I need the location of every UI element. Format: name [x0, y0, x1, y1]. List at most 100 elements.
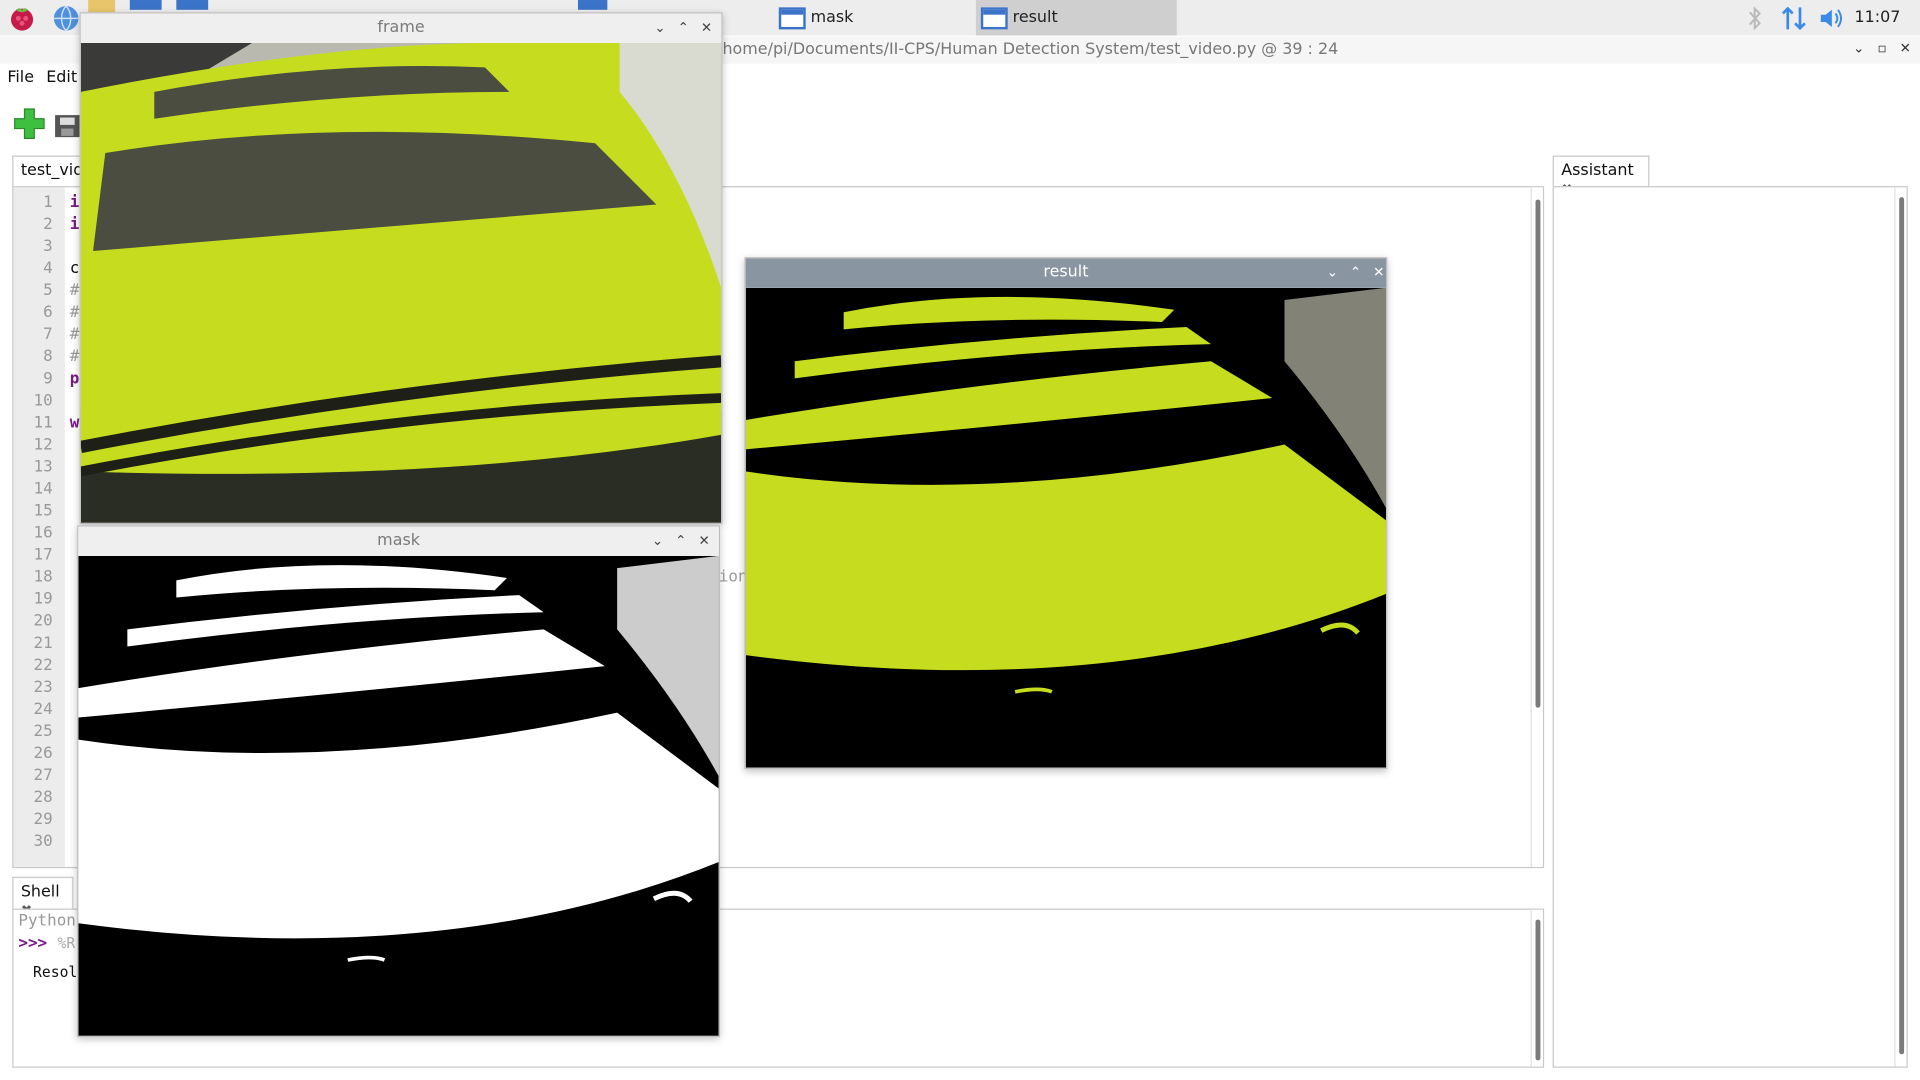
- scroll-thumb[interactable]: [1535, 199, 1541, 708]
- result-window[interactable]: result ⌄ ⌃ ✕: [744, 257, 1388, 769]
- task-result[interactable]: result: [975, 0, 1177, 36]
- maximize-icon[interactable]: ⌃: [675, 20, 692, 37]
- minimize-icon[interactable]: ⌄: [1850, 40, 1867, 57]
- line-number: 19: [33, 590, 53, 609]
- line-number: 25: [33, 722, 53, 741]
- line-number: 9: [43, 369, 53, 389]
- result-image: [745, 287, 1387, 768]
- code-char: p: [69, 369, 80, 389]
- line-number: 24: [33, 700, 53, 719]
- line-number: 15: [33, 502, 53, 521]
- save-icon[interactable]: [54, 108, 81, 140]
- close-icon[interactable]: ✕: [1370, 264, 1387, 281]
- minimize-icon[interactable]: ⌄: [649, 533, 666, 550]
- line-number: 8: [43, 347, 53, 367]
- line-number: 14: [33, 480, 53, 499]
- line-number: 7: [43, 325, 53, 345]
- shell-prompt: >>>: [18, 934, 48, 953]
- desktop: mask result 11:07 home/pi/Documents/II-C…: [0, 0, 1920, 1080]
- code-char: #: [69, 325, 80, 345]
- code-char: #: [69, 303, 80, 323]
- assistant-panel: [1552, 186, 1908, 1068]
- scroll-thumb[interactable]: [1899, 197, 1905, 1055]
- line-number: 10: [33, 391, 53, 411]
- line-number: 6: [43, 303, 53, 323]
- code-char: c: [69, 259, 80, 278]
- mask-image: [78, 555, 719, 1036]
- scroll-thumb[interactable]: [1535, 919, 1541, 1061]
- line-number: 13: [33, 457, 53, 477]
- line-number: 5: [43, 281, 53, 301]
- window-title[interactable]: frame: [80, 13, 722, 43]
- menu-file[interactable]: File: [7, 69, 34, 96]
- line-number: 18: [33, 568, 53, 587]
- thonny-title-text: home/pi/Documents/II-CPS/Human Detection…: [722, 40, 1339, 59]
- line-number: 11: [33, 413, 53, 433]
- menubar: File Edit: [0, 69, 77, 96]
- bluetooth-icon[interactable]: [1745, 6, 1765, 31]
- editor-scrollbar[interactable]: [1530, 187, 1543, 867]
- code-char: w: [69, 413, 80, 433]
- tab-assistant[interactable]: Assistant ✖: [1552, 155, 1650, 197]
- line-number: 12: [33, 435, 53, 455]
- assistant-scrollbar[interactable]: [1894, 187, 1907, 1067]
- close-icon[interactable]: ✕: [696, 533, 713, 550]
- window-icon: [980, 6, 1008, 29]
- window-title[interactable]: result: [745, 258, 1387, 288]
- line-number: 20: [33, 612, 53, 631]
- line-number: 3: [43, 237, 53, 256]
- shell-output: Resol: [33, 963, 78, 981]
- line-number: 17: [33, 546, 53, 565]
- code-char: #: [69, 281, 80, 301]
- minimize-icon[interactable]: ⌄: [1324, 264, 1341, 281]
- new-file-icon[interactable]: [12, 107, 46, 141]
- line-number: 4: [43, 259, 53, 278]
- tab-label: Shell: [20, 882, 60, 902]
- line-number: 28: [33, 788, 53, 807]
- window-title[interactable]: mask: [78, 526, 719, 556]
- clock[interactable]: 11:07: [1855, 9, 1901, 27]
- task-label: result: [1012, 8, 1058, 27]
- line-number: 1: [43, 193, 53, 212]
- code-char: #: [69, 347, 80, 367]
- folder-icon[interactable]: [88, 0, 116, 13]
- browser-icon[interactable]: [51, 4, 80, 33]
- volume-icon[interactable]: [1818, 6, 1845, 30]
- maximize-icon[interactable]: ▫: [1873, 40, 1890, 57]
- line-number: 30: [33, 832, 53, 852]
- task-mask[interactable]: mask: [774, 0, 970, 36]
- code-char: i: [69, 193, 80, 212]
- frame-image: [80, 42, 722, 523]
- code-fragment: ion: [718, 568, 748, 587]
- line-number: 16: [33, 524, 53, 543]
- task-window-icon[interactable]: [577, 0, 608, 10]
- mask-window[interactable]: mask ⌄ ⌃ ✕: [77, 525, 721, 1038]
- window-icon[interactable]: [176, 0, 209, 10]
- tab-shell[interactable]: Shell ✖: [12, 876, 74, 918]
- shell-banner: Python: [18, 912, 76, 931]
- network-icon[interactable]: [1779, 5, 1808, 32]
- line-number: 2: [43, 215, 53, 234]
- maximize-icon[interactable]: ⌃: [672, 533, 689, 550]
- line-number: 21: [33, 634, 53, 653]
- frame-window[interactable]: frame ⌄ ⌃ ✕: [79, 12, 723, 525]
- tab-label: Assistant: [1561, 161, 1634, 181]
- line-number: 22: [33, 656, 53, 675]
- line-number: 23: [33, 678, 53, 697]
- shell-scrollbar[interactable]: [1530, 909, 1543, 1067]
- close-icon[interactable]: ✕: [1897, 40, 1914, 57]
- task-label: mask: [810, 8, 854, 27]
- close-icon[interactable]: ✕: [698, 20, 715, 37]
- window-icon: [778, 6, 806, 29]
- maximize-icon[interactable]: ⌃: [1347, 264, 1364, 281]
- menu-edit[interactable]: Edit: [46, 69, 77, 96]
- raspberry-menu-icon[interactable]: [7, 4, 36, 33]
- terminal-icon[interactable]: [129, 0, 162, 10]
- line-number: 29: [33, 810, 53, 829]
- tab-test-video[interactable]: test_vide: [12, 155, 81, 188]
- line-number: 27: [33, 766, 53, 785]
- tab-label: test_vide: [20, 161, 80, 181]
- shell-command: %R: [57, 934, 76, 952]
- line-number: 26: [33, 744, 53, 763]
- minimize-icon[interactable]: ⌄: [651, 20, 668, 37]
